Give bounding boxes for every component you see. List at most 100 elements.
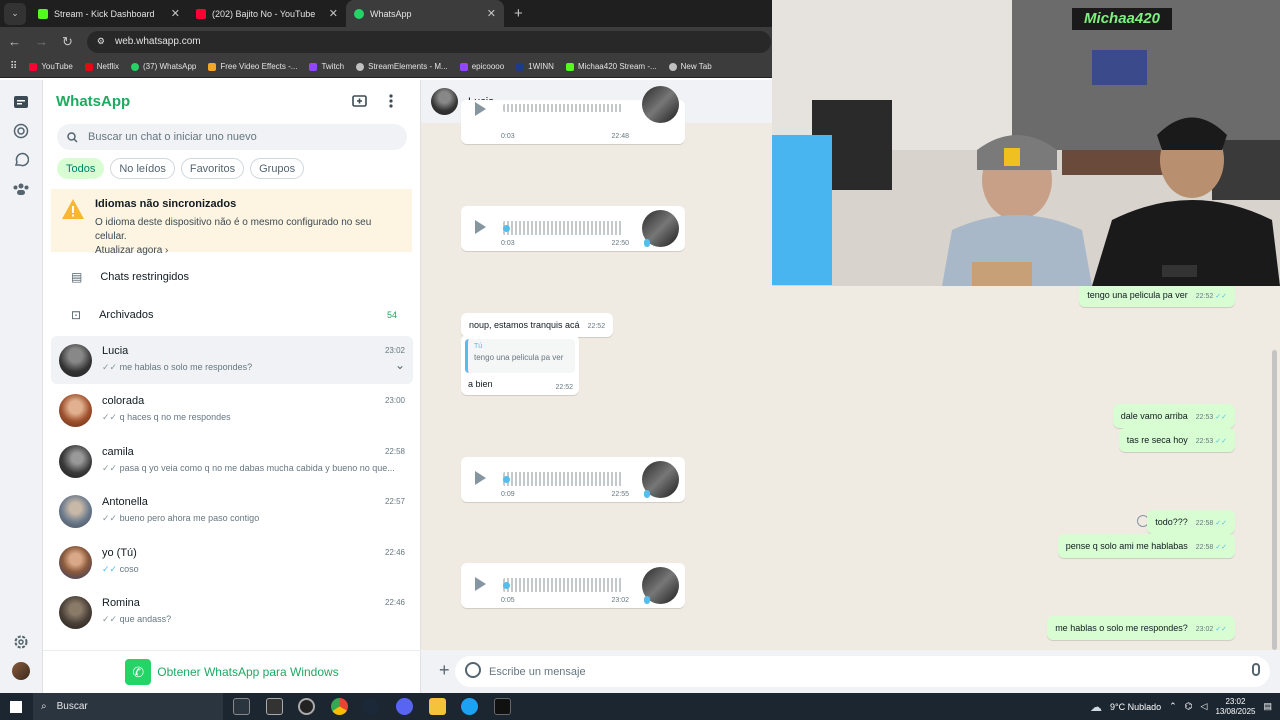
emoji-icon[interactable] [465, 662, 481, 678]
chrome-icon[interactable] [331, 698, 348, 715]
bookmark-twitch[interactable]: Twitch [309, 62, 344, 71]
bookmark-epicoooo[interactable]: epicoooo [459, 62, 504, 71]
chat-item-romina[interactable]: Romina 22:46 ✓✓ que andass? [51, 588, 413, 636]
network-icon[interactable]: ⌬ [1185, 701, 1193, 712]
bookmark-video-effects[interactable]: Free Video Effects -... [208, 62, 297, 71]
avatar [59, 393, 92, 427]
chats-icon[interactable] [12, 93, 30, 111]
contact-avatar[interactable] [431, 88, 458, 115]
new-chat-icon[interactable] [352, 94, 368, 111]
bookmark-new-tab[interactable]: New Tab [668, 62, 712, 71]
communities-icon[interactable] [12, 180, 30, 198]
voice-message[interactable]: 0:03 22:50 [461, 206, 685, 251]
voice-message[interactable]: 0:05 23:02 [461, 563, 685, 608]
bookmark-streamelements[interactable]: StreamElements - M... [356, 62, 448, 71]
search-input[interactable]: Buscar un chat o iniciar uno nuevo [57, 124, 407, 150]
windows-start-icon[interactable] [10, 701, 22, 713]
chat-preview: coso [119, 563, 139, 574]
edge-icon[interactable] [461, 698, 478, 715]
play-icon[interactable] [475, 577, 486, 591]
bookmark-kick-stream[interactable]: Michaa420 Stream -... [565, 62, 657, 71]
settings-icon[interactable] [12, 633, 30, 651]
clock[interactable]: 23:02 13/08/2025 [1215, 697, 1255, 717]
playhead[interactable] [503, 225, 510, 232]
chat-item-antonella[interactable]: Antonella 22:57 ✓✓ bueno pero ahora me pas… [51, 487, 413, 535]
filter-groups[interactable]: Grupos [250, 158, 305, 179]
get-whatsapp-windows-button[interactable]: ✆ Obtener WhatsApp para Windows [43, 650, 421, 693]
incoming-reply-message[interactable]: Tú tengo una pelicula pa ver a bien 22:5… [461, 335, 579, 395]
bookmark-whatsapp[interactable]: (37) WhatsApp [131, 62, 196, 71]
volume-icon[interactable]: ◁ [1201, 701, 1208, 712]
playhead[interactable] [503, 582, 510, 589]
waveform[interactable] [503, 104, 623, 112]
new-tab-button[interactable]: + [514, 5, 523, 22]
message-time: 22:53 [1195, 438, 1214, 445]
tab-kick[interactable]: Stream - Kick Dashboard ✕ [30, 0, 188, 27]
taskbar-search[interactable]: ⌕ Buscar [33, 693, 223, 720]
message-input[interactable]: Escribe un mensaje [455, 656, 1270, 687]
close-icon[interactable]: ✕ [487, 7, 496, 20]
playhead[interactable] [503, 476, 510, 483]
apps-icon[interactable]: ⠿ [10, 61, 17, 72]
tab-search-button[interactable]: ⌄ [4, 2, 26, 25]
bookmark-youtube[interactable]: YouTube [29, 62, 73, 71]
quoted-message[interactable]: Tú tengo una pelicula pa ver [465, 339, 575, 373]
reload-icon[interactable]: ↻ [62, 34, 73, 50]
app-icon[interactable] [266, 698, 283, 715]
avatar [59, 545, 92, 579]
chat-item-camila[interactable]: camila 22:58 ✓✓ pasa q yo veia como q no m… [51, 437, 413, 485]
tab-youtube[interactable]: (202) Bajito No - YouTube ✕ [188, 0, 346, 27]
outgoing-message[interactable]: tas re seca hoy 22:53 ✓✓ [1118, 428, 1235, 452]
close-icon[interactable]: ✕ [329, 7, 338, 20]
microphone-icon[interactable] [1252, 663, 1260, 676]
voice-message[interactable]: 0:09 22:55 [461, 457, 685, 502]
weather-text[interactable]: 9°C Nublado [1110, 702, 1161, 712]
update-now-link[interactable]: Atualizar agora [95, 245, 162, 256]
scrollbar[interactable] [1272, 350, 1277, 650]
filter-favorites[interactable]: Favoritos [180, 158, 245, 179]
bookmark-1winn[interactable]: 1WINN [516, 62, 554, 71]
incoming-message[interactable]: noup, estamos tranquis acá 22:52 [461, 313, 614, 337]
archived-row[interactable]: ⊡ Archivados 54 [43, 297, 421, 333]
close-icon[interactable]: ✕ [171, 7, 180, 20]
back-icon[interactable]: ← [8, 34, 21, 49]
forward-icon[interactable]: → [35, 34, 48, 49]
chat-item-lucia[interactable]: Lucia 23:02 ✓✓ me hablas o solo me respond… [51, 336, 413, 384]
filter-unread[interactable]: No leídos [110, 158, 175, 179]
tab-whatsapp[interactable]: WhatsApp ✕ [346, 0, 504, 27]
outgoing-message[interactable]: todo??? 22:58 ✓✓ [1147, 510, 1235, 534]
chevron-down-icon[interactable]: ⌄ [395, 358, 405, 372]
chat-item-colorada[interactable]: colorada 23:00 ✓✓ q haces q no me responde… [51, 386, 413, 434]
outgoing-message[interactable]: me hablas o solo me respondes? 23:02 ✓✓ [1047, 616, 1235, 640]
play-icon[interactable] [475, 471, 486, 485]
url-input[interactable]: ⚙ web.whatsapp.com [86, 30, 771, 53]
task-view-icon[interactable] [233, 698, 250, 715]
steam-icon[interactable] [362, 698, 379, 715]
channels-icon[interactable] [12, 151, 30, 169]
waveform[interactable] [503, 221, 623, 235]
chat-preview: q haces q no me respondes [119, 411, 231, 422]
menu-icon[interactable] [389, 94, 393, 111]
file-explorer-icon[interactable] [429, 698, 446, 715]
play-icon[interactable] [475, 220, 486, 234]
outgoing-message[interactable]: dale vamo arriba 22:53 ✓✓ [1112, 404, 1235, 428]
outgoing-message[interactable]: pense q solo ami me hablabas 22:58 ✓✓ [1057, 534, 1235, 558]
chevron-up-icon[interactable]: ⌃ [1169, 701, 1177, 712]
notifications-icon[interactable]: ▤ [1263, 701, 1272, 712]
capcut-icon[interactable] [494, 698, 511, 715]
status-icon[interactable] [12, 122, 30, 140]
restricted-chats-row[interactable]: ▤ Chats restringidos [43, 259, 421, 295]
waveform[interactable] [503, 472, 623, 486]
obs-icon[interactable] [298, 698, 315, 715]
bookmark-netflix[interactable]: Netflix [84, 62, 119, 71]
chat-item-yo[interactable]: yo (Tú) 22:46 ✓✓ coso [51, 538, 413, 586]
site-info-icon[interactable]: ⚙ [97, 36, 105, 47]
filter-all[interactable]: Todos [57, 158, 105, 179]
play-icon[interactable] [475, 102, 486, 116]
waveform[interactable] [503, 578, 623, 592]
voice-message[interactable]: 0:03 22:48 [461, 86, 685, 144]
outgoing-message[interactable]: tengo una pelicula pa ver 22:52 ✓✓ [1079, 283, 1235, 307]
attach-plus-icon[interactable]: + [439, 660, 450, 681]
discord-icon[interactable] [396, 698, 413, 715]
profile-avatar[interactable] [12, 662, 30, 680]
